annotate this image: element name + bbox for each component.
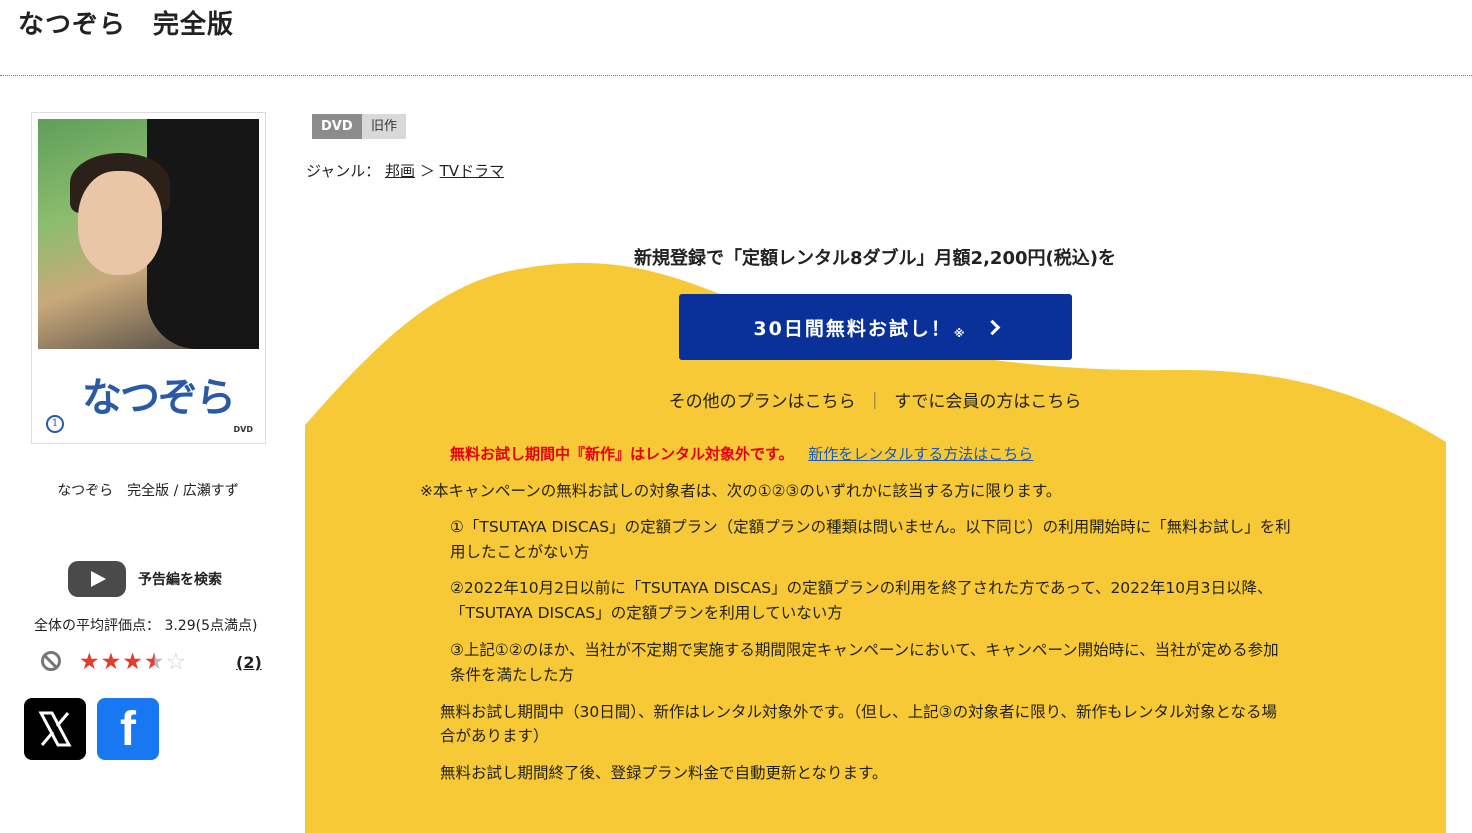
- genre-breadcrumb: ジャンル： 邦画 ＞ TVドラマ: [306, 160, 504, 181]
- prohibited-icon: [41, 651, 61, 671]
- jacket-volume: 1: [46, 415, 64, 433]
- review-count-link[interactable]: (2): [236, 653, 262, 672]
- trailer-search-label: 予告編を検索: [138, 572, 222, 588]
- average-rating-text: 全体の平均評価点： 3.29(5点満点): [34, 618, 258, 634]
- star-full-icon: ★: [122, 649, 143, 675]
- member-login-link[interactable]: すでに会員の方はこちら: [894, 392, 1081, 412]
- jacket-artwork: なつぞら 1 DVD: [38, 119, 259, 437]
- jacket-face: [78, 171, 162, 275]
- page-title: なつぞら 完全版: [18, 10, 235, 40]
- genre-separator: ＞: [419, 162, 435, 180]
- condition-1-line-2: 用したことがない方: [450, 543, 590, 561]
- star-half-icon: ★: [143, 649, 165, 675]
- jacket-logo: なつぞら: [82, 374, 236, 421]
- eligibility-text: ※本キャンペーンの無料お試しの対象者は、次の①②③のいずれかに該当する方に限りま…: [420, 482, 1062, 500]
- jacket-cow: [147, 119, 259, 349]
- title-caption: なつぞら 完全版 / 広瀬すず: [57, 483, 239, 499]
- trial-period-line-1: 無料お試し期間中（30日間）、新作はレンタル対象外です。（但し、上記③の対象者に…: [440, 703, 1277, 721]
- condition-2-line-2: 「TSUTAYA DISCAS」の定額プランを利用していない方: [450, 604, 843, 622]
- free-trial-note-mark: ※: [953, 326, 965, 340]
- genre-link-houga[interactable]: 邦画: [385, 162, 415, 180]
- jacket-dvd-mark: DVD: [233, 425, 253, 434]
- genre-label: ジャンル：: [306, 162, 381, 180]
- youtube-play-icon: [68, 561, 126, 597]
- condition-1-line-1: ①「TSUTAYA DISCAS」の定額プラン（定額プランの種類は問いません。以…: [450, 518, 1291, 536]
- star-full-icon: ★: [100, 649, 122, 675]
- star-rating: ★ ★ ★ ★ ☆: [79, 649, 186, 675]
- review-count-value: 2: [243, 653, 255, 672]
- free-trial-button[interactable]: 30日間無料お試し！ ※: [679, 294, 1072, 360]
- condition-3-line-2: 条件を満たした方: [450, 666, 575, 684]
- trial-period-line-2: 合があります）: [440, 727, 549, 745]
- new-release-rental-link[interactable]: 新作をレンタルする方法はこちら: [808, 445, 1033, 463]
- media-badge-dvd: DVD: [312, 114, 362, 139]
- star-empty-icon: ☆: [165, 649, 187, 675]
- review-count-close: ): [254, 653, 262, 672]
- dvd-jacket-image[interactable]: なつぞら 1 DVD: [31, 112, 266, 444]
- promo-headline: 新規登録で「定額レンタル8ダブル」月額2,200円(税込)を: [634, 248, 1116, 269]
- condition-2-line-1: ②2022年10月2日以前に「TSUTAYA DISCAS」の定額プランの利用を…: [450, 579, 1273, 597]
- x-share-icon[interactable]: [24, 698, 86, 760]
- links-divider: ｜: [866, 392, 884, 412]
- star-full-icon: ★: [79, 649, 100, 675]
- facebook-share-icon[interactable]: f: [97, 698, 159, 760]
- free-trial-label: 30日間無料お試し！: [753, 317, 952, 340]
- new-release-notice: 無料お試し期間中『新作』はレンタル対象外です。 新作をレンタルする方法はこちら: [450, 443, 1033, 464]
- chevron-right-icon: [984, 319, 1000, 335]
- other-plans-link[interactable]: その他のプランはこちら: [669, 392, 856, 412]
- condition-3-line-1: ③上記①②のほか、当社が不定期で実施する期間限定キャンペーンにおいて、キャンペー…: [450, 641, 1279, 659]
- new-release-warning: 無料お試し期間中『新作』はレンタル対象外です。: [450, 445, 794, 463]
- x-logo-icon: [38, 711, 72, 747]
- genre-link-tv-drama[interactable]: TVドラマ: [440, 162, 504, 180]
- release-badge-old: 旧作: [362, 114, 407, 139]
- title-divider: [0, 75, 1472, 76]
- plan-links: その他のプランはこちら ｜ すでに会員の方はこちら: [305, 387, 1445, 412]
- auto-renewal-text: 無料お試し期間終了後、登録プラン料金で自動更新となります。: [440, 764, 888, 782]
- trailer-search-button[interactable]: 予告編を検索: [68, 561, 222, 597]
